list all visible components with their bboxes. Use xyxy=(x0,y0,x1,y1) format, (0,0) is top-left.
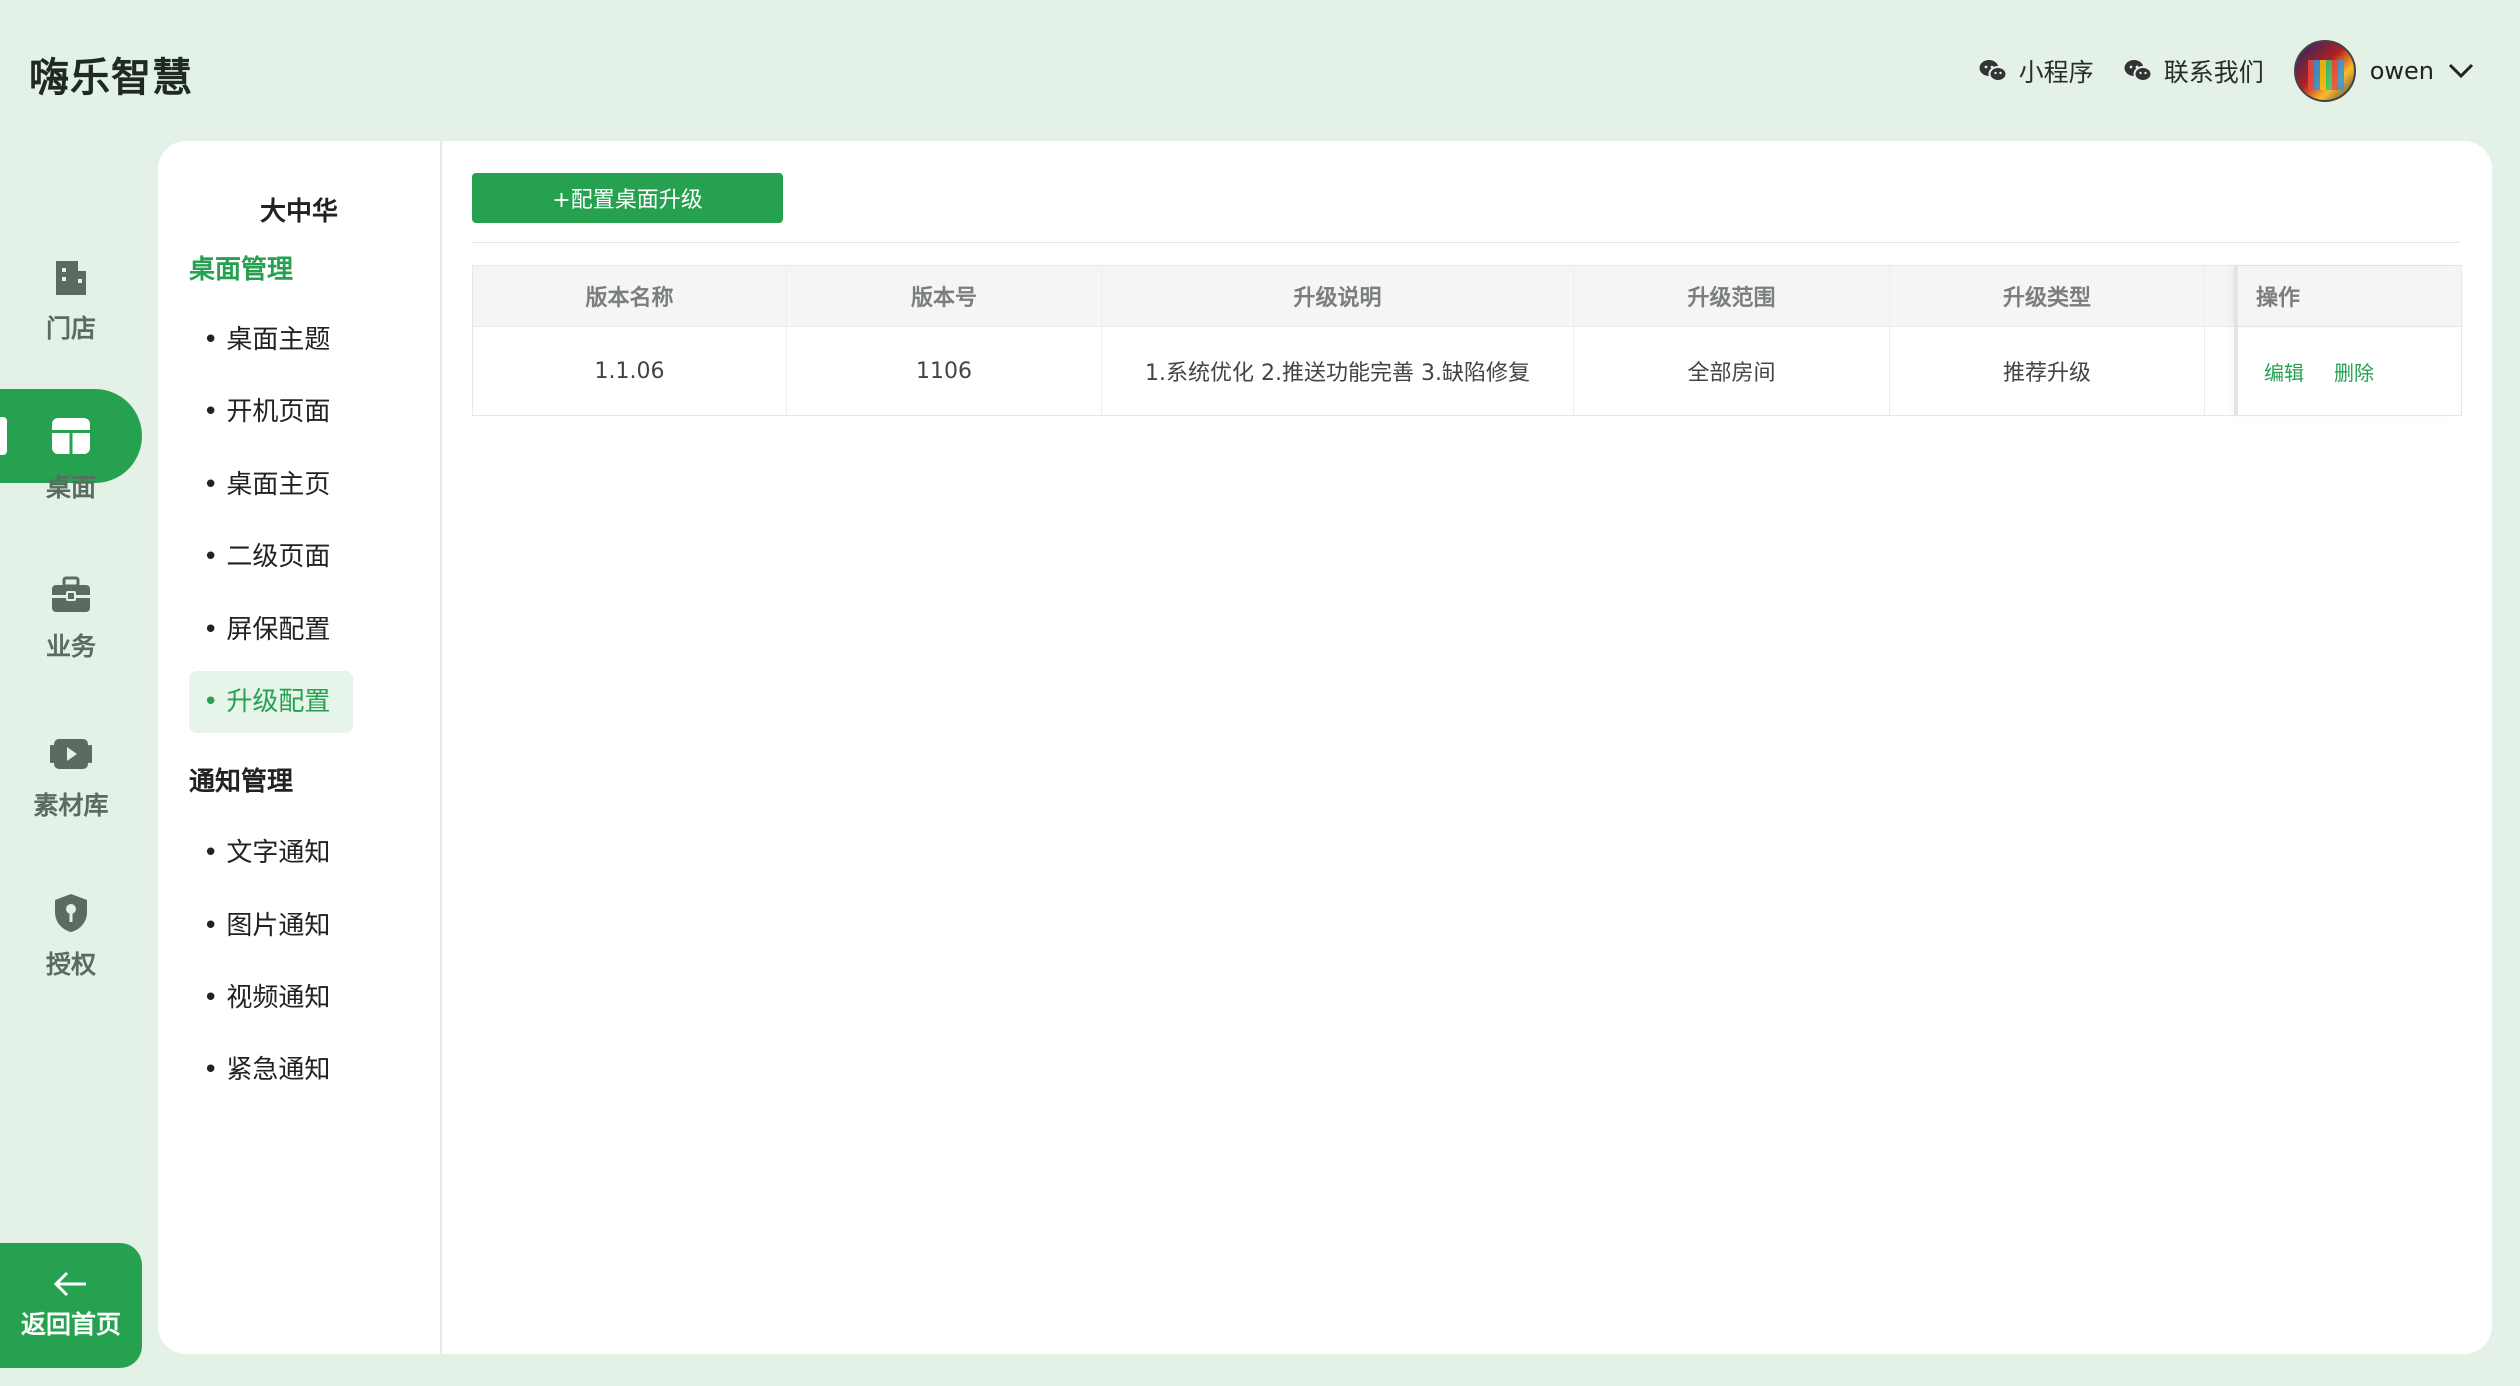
column-header: 升级说明 xyxy=(1102,266,1574,326)
description-cell: 1.系统优化 2.推送功能完善 3.缺陷修复 xyxy=(1102,327,1574,415)
subnav-item-video-notice[interactable]: • 视频通知 xyxy=(189,967,353,1029)
column-header: 操作 xyxy=(2235,266,2459,326)
rail-item-store[interactable]: 门店 xyxy=(0,212,142,371)
subnav-item-label: 桌面主题 xyxy=(226,325,331,355)
subnav-item-desktop-home[interactable]: • 桌面主页 xyxy=(189,454,353,516)
rail-item-authorization[interactable]: 授权 xyxy=(0,848,142,1007)
building-icon xyxy=(56,261,86,295)
add-upgrade-config-button[interactable]: +配置桌面升级 xyxy=(472,173,783,223)
type-cell: 推荐升级 xyxy=(1890,327,2205,415)
main-nav-rail: 门店 桌面 业务 素材库 授权 xyxy=(0,212,142,1007)
edit-link[interactable]: 编辑 xyxy=(2264,357,2304,386)
subnav-item-label: 紧急通知 xyxy=(226,1055,331,1085)
rail-label: 门店 xyxy=(45,314,96,343)
rail-item-business[interactable]: 业务 xyxy=(0,530,142,689)
rail-item-desktop[interactable]: 桌面 xyxy=(0,371,142,530)
store-name: 大中华 xyxy=(259,197,338,227)
rail-label: 素材库 xyxy=(33,791,109,820)
desktop-layout-icon xyxy=(52,418,90,454)
subnav-item-label: 图片通知 xyxy=(226,911,331,941)
wechat-icon xyxy=(1979,60,2007,82)
subnav-item-upgrade-config[interactable]: • 升级配置 xyxy=(189,671,353,733)
subnav-item-label: 视频通知 xyxy=(226,983,331,1013)
scope-cell: 全部房间 xyxy=(1574,327,1890,415)
spacer-cell xyxy=(2205,327,2235,415)
subnav-item-screensaver[interactable]: • 屏保配置 xyxy=(189,599,353,661)
column-header: 版本号 xyxy=(787,266,1102,326)
subnav-item-secondary-page[interactable]: • 二级页面 xyxy=(189,526,353,588)
arrow-left-icon xyxy=(53,1271,86,1296)
username[interactable]: owen xyxy=(2370,57,2434,85)
operations-cell: 编辑 删除 xyxy=(2235,327,2459,415)
mini-program-label: 小程序 xyxy=(2018,58,2094,87)
back-home-button[interactable]: 返回首页 xyxy=(0,1243,142,1368)
subnav-item-desktop-theme[interactable]: • 桌面主题 xyxy=(189,309,353,371)
subnav-item-text-notice[interactable]: • 文字通知 xyxy=(189,822,353,884)
group-title-notification-management[interactable]: 通知管理 xyxy=(189,761,293,798)
rail-item-materials[interactable]: 素材库 xyxy=(0,689,142,848)
version-name-cell: 1.1.06 xyxy=(473,327,787,415)
app-title: 嗨乐智慧 xyxy=(29,55,193,101)
subnav-item-label: 升级配置 xyxy=(226,687,331,717)
rail-label: 业务 xyxy=(45,632,96,661)
contact-us-link[interactable]: 联系我们 xyxy=(2124,53,2264,89)
main-panel: 大中华 桌面管理 • 桌面主题 • 开机页面 • 桌面主页 • 二级页面 • 屏保配置 •… xyxy=(158,141,2492,1354)
content-area: +配置桌面升级 版本名称 版本号 升级说明 升级范围 升级类型 操作 1.1.0… xyxy=(472,141,2492,1354)
subnav-item-label: 开机页面 xyxy=(226,397,331,427)
subnav-item-label: 屏保配置 xyxy=(226,615,331,645)
subnav-item-image-notice[interactable]: • 图片通知 xyxy=(189,895,353,957)
delete-link[interactable]: 删除 xyxy=(2334,357,2374,386)
version-code-cell: 1106 xyxy=(787,327,1102,415)
wechat-icon xyxy=(2124,60,2152,82)
group-title-desktop-management[interactable]: 桌面管理 xyxy=(189,249,293,286)
sub-navigation: 大中华 桌面管理 • 桌面主题 • 开机页面 • 桌面主页 • 二级页面 • 屏保配置 •… xyxy=(158,141,442,1354)
subnav-item-label: 桌面主页 xyxy=(226,470,331,500)
column-header: 升级类型 xyxy=(1890,266,2205,326)
contact-us-label: 联系我们 xyxy=(2163,58,2264,87)
column-header: 升级范围 xyxy=(1574,266,1890,326)
rail-label: 授权 xyxy=(45,950,96,979)
shield-key-icon xyxy=(55,894,87,932)
rail-label: 桌面 xyxy=(45,473,96,502)
back-home-label: 返回首页 xyxy=(20,1309,121,1339)
upgrade-table: 版本名称 版本号 升级说明 升级范围 升级类型 操作 1.1.06 1106 1… xyxy=(472,265,2462,416)
table-header: 版本名称 版本号 升级说明 升级范围 升级类型 操作 xyxy=(473,266,2461,326)
spacer-cell xyxy=(2205,266,2235,326)
video-library-icon xyxy=(50,739,92,769)
divider xyxy=(472,242,2460,243)
subnav-item-label: 二级页面 xyxy=(226,542,331,572)
column-header: 版本名称 xyxy=(473,266,787,326)
avatar[interactable] xyxy=(2293,40,2356,102)
subnav-item-emergency-notice[interactable]: • 紧急通知 xyxy=(189,1039,353,1101)
subnav-item-boot-page[interactable]: • 开机页面 xyxy=(189,381,353,443)
table-row: 1.1.06 1106 1.系统优化 2.推送功能完善 3.缺陷修复 全部房间 … xyxy=(473,326,2461,415)
chevron-down-icon[interactable] xyxy=(2448,63,2474,79)
subnav-item-label: 文字通知 xyxy=(226,838,331,868)
header-actions: 小程序 联系我们 owen xyxy=(1979,36,2474,106)
briefcase-icon xyxy=(52,576,90,612)
mini-program-link[interactable]: 小程序 xyxy=(1979,53,2094,89)
